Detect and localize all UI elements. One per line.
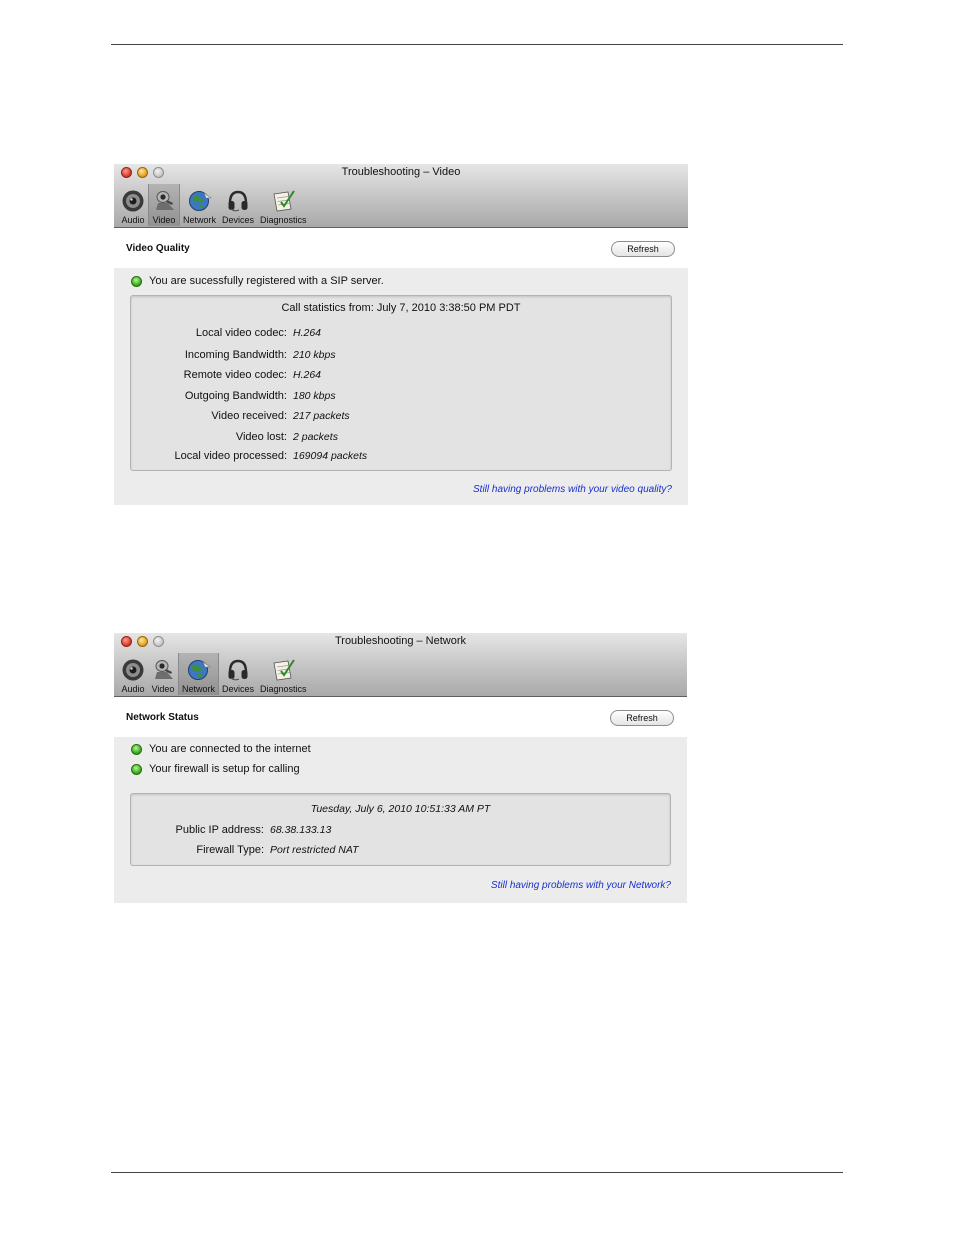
green-status-icon — [131, 276, 142, 287]
speaker-icon — [122, 190, 144, 212]
title-bar: Troubleshooting – Video Audio Video Netw… — [114, 164, 688, 228]
tab-video[interactable]: Video — [148, 653, 178, 695]
network-details-panel: Tuesday, July 6, 2010 10:51:33 AM PT Pub… — [130, 793, 671, 866]
stat-label: Incoming Bandwidth: — [184, 349, 287, 361]
tab-audio-label: Audio — [121, 215, 145, 225]
globe-icon — [187, 660, 211, 680]
refresh-button[interactable]: Refresh — [610, 710, 674, 726]
stats-header: Tuesday, July 6, 2010 10:51:33 AM PT — [310, 803, 491, 815]
stat-label: Outgoing Bandwidth: — [184, 390, 287, 402]
toolbar: Audio Video Network Devices Diagnostics — [118, 184, 310, 226]
title-bar: Troubleshooting – Network Audio Video Ne… — [114, 633, 687, 697]
tab-diagnostics-label: Diagnostics — [260, 215, 307, 225]
stat-label: Local video codec: — [195, 327, 287, 339]
stat-row: Video lost: 2 packets — [236, 431, 338, 445]
tab-network-label: Network — [182, 684, 216, 694]
tab-audio-label: Audio — [121, 684, 145, 694]
section-title: Network Status — [126, 712, 199, 723]
refresh-button[interactable]: Refresh — [611, 241, 675, 257]
tab-devices-label: Devices — [222, 215, 255, 225]
stat-label: Local video processed: — [174, 450, 287, 462]
speaker-icon — [122, 659, 144, 681]
stat-value: H.264 — [293, 369, 322, 381]
stat-row: Video received: 217 packets — [211, 410, 350, 424]
stat-label: Video lost: — [235, 431, 287, 443]
webcam-icon — [156, 191, 174, 210]
stat-label: Video received: — [211, 410, 287, 422]
stat-value: 68.38.133.13 — [270, 824, 332, 836]
headset-icon — [228, 659, 248, 681]
tab-video-label: Video — [152, 215, 176, 225]
status-message: You are sucessfully registered with a SI… — [149, 275, 384, 287]
troubleshooting-video-window: Troubleshooting – Video Audio Video Netw… — [114, 164, 688, 505]
tab-diagnostics[interactable]: Diagnostics — [257, 653, 310, 695]
tab-network[interactable]: Network — [178, 653, 220, 695]
tab-video-label: Video — [151, 684, 175, 694]
page-header-rule — [111, 44, 843, 45]
stat-value: 2 packets — [293, 431, 338, 443]
page-footer-rule — [111, 1172, 843, 1173]
notepad-icon — [273, 659, 296, 681]
stat-row: Local video processed: 169094 packets — [174, 450, 368, 464]
globe-icon — [188, 191, 212, 211]
sip-status: You are sucessfully registered with a SI… — [114, 272, 688, 292]
troubleshooting-network-window: Troubleshooting – Network Audio Video Ne… — [114, 633, 687, 903]
stat-row: Incoming Bandwidth: 210 kbps — [185, 349, 336, 363]
internet-status: You are connected to the internet — [114, 740, 687, 760]
status-message: Your firewall is setup for calling — [149, 763, 300, 775]
stat-value: 210 kbps — [293, 349, 336, 361]
section-header: Network Status Refresh — [114, 697, 687, 737]
stat-row: Local video codec: H.264 — [196, 327, 322, 341]
window-title: Troubleshooting – Network — [334, 635, 467, 647]
headset-icon — [228, 190, 248, 212]
stat-label: Remote video codec: — [183, 369, 287, 381]
stat-value: H.264 — [293, 327, 322, 339]
green-status-icon — [131, 764, 142, 775]
stat-row: Outgoing Bandwidth: 180 kbps — [185, 390, 336, 404]
notepad-icon — [273, 190, 296, 212]
webcam-icon — [155, 660, 173, 679]
tab-devices[interactable]: Devices — [219, 184, 257, 226]
stat-row: Firewall Type: Port restricted NAT — [196, 844, 359, 858]
stat-value: 217 packets — [293, 410, 350, 422]
tab-video[interactable]: Video — [148, 184, 180, 226]
tab-network[interactable]: Network — [180, 184, 219, 226]
stat-row: Remote video codec: H.264 — [184, 369, 322, 383]
call-statistics-panel: Call statistics from: July 7, 2010 3:38:… — [130, 295, 672, 471]
stat-row: Public IP address: 68.38.133.13 — [176, 824, 332, 838]
stat-value: 169094 packets — [293, 450, 368, 462]
toolbar: Audio Video Network Devices Diagnostics — [118, 653, 310, 695]
stat-value: 180 kbps — [293, 390, 336, 402]
tab-devices-label: Devices — [222, 684, 255, 694]
tab-diagnostics-label: Diagnostics — [260, 684, 307, 694]
section-header: Video Quality Refresh — [114, 228, 688, 268]
stat-value: Port restricted NAT — [270, 844, 359, 856]
help-link[interactable]: Still having problems with your Network? — [491, 880, 671, 891]
window-title: Troubleshooting – Video — [341, 166, 461, 178]
stats-header: Call statistics from: July 7, 2010 3:38:… — [281, 302, 521, 314]
help-link[interactable]: Still having problems with your video qu… — [473, 484, 672, 495]
status-message: You are connected to the internet — [149, 743, 311, 755]
tab-diagnostics[interactable]: Diagnostics — [257, 184, 310, 226]
section-title: Video Quality — [126, 243, 190, 254]
tab-devices[interactable]: Devices — [219, 653, 257, 695]
tab-audio[interactable]: Audio — [118, 653, 148, 695]
firewall-status: Your firewall is setup for calling — [114, 760, 687, 780]
green-status-icon — [131, 744, 142, 755]
stat-label: Public IP address: — [175, 824, 264, 836]
tab-audio[interactable]: Audio — [118, 184, 148, 226]
stat-label: Firewall Type: — [196, 844, 264, 856]
tab-network-label: Network — [183, 215, 217, 225]
